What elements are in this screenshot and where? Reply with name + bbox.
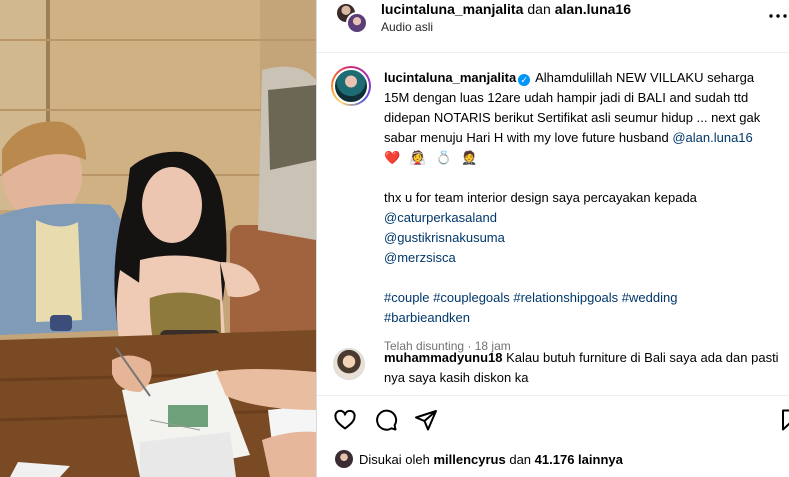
verified-badge-icon: ✓ [518, 74, 531, 86]
post-authors: lucintaluna_manjalita dan alan.luna16 [381, 1, 631, 17]
post-actions [317, 395, 789, 443]
post-header: lucintaluna_manjalita dan alan.luna16 Audi… [317, 0, 789, 53]
comment: muhammadyunu18 Kalau butuh furniture di … [384, 348, 779, 388]
comments-list[interactable]: lucintaluna_manjalita ✓ Alhamdulillah NEW… [317, 54, 789, 392]
caption-emojis: ❤️ 👰 💍 🤵 [384, 150, 481, 165]
send-icon[interactable] [414, 408, 438, 432]
likes-summary[interactable]: Disukai oleh millencyrus dan 41.176 lain… [335, 450, 623, 468]
avatar[interactable] [335, 450, 353, 468]
mention-link[interactable]: @merzsisca [384, 248, 779, 268]
comment-username-link[interactable]: muhammadyunu18 [384, 350, 502, 365]
avatar[interactable] [333, 348, 365, 380]
caption: lucintaluna_manjalita ✓ Alhamdulillah NEW… [384, 68, 779, 356]
heart-icon[interactable] [333, 408, 357, 432]
post-details-panel: lucintaluna_manjalita dan alan.luna16 Audi… [316, 0, 789, 477]
avatar[interactable] [346, 12, 368, 34]
mention-link[interactable]: @alan.luna16 [672, 130, 752, 145]
liker-username-link[interactable]: millencyrus [433, 452, 505, 467]
collaborator-username-link[interactable]: alan.luna16 [555, 1, 631, 17]
comment-icon[interactable] [374, 408, 398, 432]
caption-username-link[interactable]: lucintaluna_manjalita [384, 70, 516, 85]
likes-connector: dan [509, 452, 532, 467]
collab-avatars[interactable] [335, 2, 371, 38]
post-media[interactable] [0, 0, 316, 477]
more-horizontal-icon[interactable] [766, 4, 789, 28]
caption-text: thx u for team interior design saya perc… [384, 190, 697, 205]
likes-count[interactable]: 41.176 lainnya [535, 452, 623, 467]
mention-link[interactable]: @caturperkasaland [384, 208, 779, 228]
hashtag-links[interactable]: #barbieandken [384, 308, 779, 328]
post-photo [0, 0, 316, 477]
bookmark-icon[interactable] [778, 408, 789, 432]
likes-prefix: Disukai oleh [359, 452, 430, 467]
hashtag-links[interactable]: #couple #couplegoals #relationshipgoals … [384, 288, 779, 308]
audio-link[interactable]: Audio asli [381, 20, 433, 34]
author-username-link[interactable]: lucintaluna_manjalita [381, 1, 523, 17]
mention-link[interactable]: @gustikrisnakusuma [384, 228, 779, 248]
avatar[interactable] [331, 66, 371, 106]
authors-connector: dan [527, 1, 551, 17]
